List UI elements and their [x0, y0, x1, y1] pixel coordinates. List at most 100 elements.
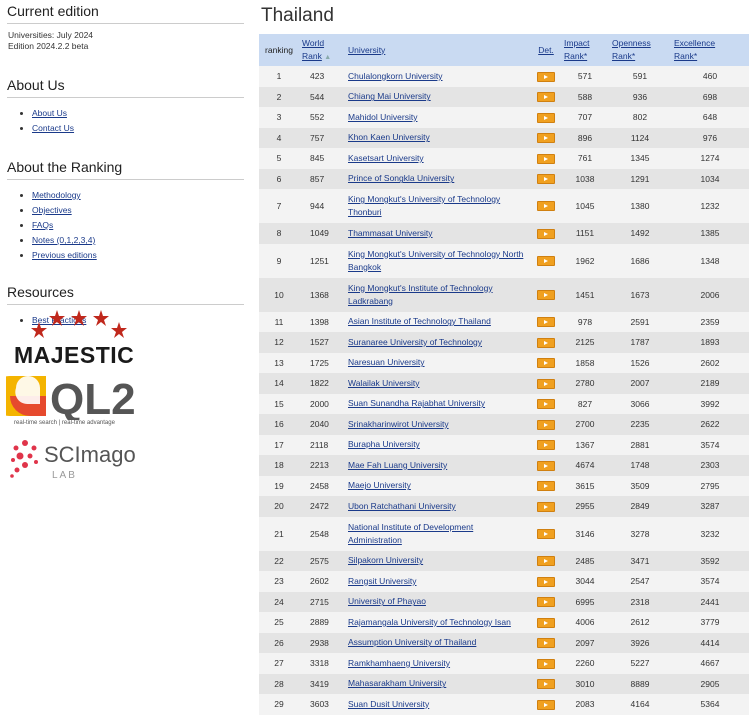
about-us-links: About Us Contact Us — [0, 106, 250, 136]
university-link[interactable]: National Institute of Development Admini… — [348, 522, 473, 545]
university-link[interactable]: Suan Dusit University — [348, 699, 429, 709]
details-icon[interactable] — [537, 337, 555, 348]
details-icon[interactable] — [537, 153, 555, 164]
university-link[interactable]: Thammasat University — [348, 228, 433, 238]
university-link[interactable]: Rangsit University — [348, 576, 417, 586]
cell-det — [531, 223, 561, 244]
university-link[interactable]: Burapha University — [348, 439, 420, 449]
details-icon[interactable] — [537, 201, 555, 212]
university-link[interactable]: Walailak University — [348, 378, 419, 388]
cell-impact-rank: 2955 — [561, 496, 609, 517]
header-world-rank[interactable]: World Rank ▲ — [299, 34, 345, 66]
details-icon[interactable] — [537, 658, 555, 669]
university-link[interactable]: Ramkhamhaeng University — [348, 658, 450, 668]
details-icon[interactable] — [537, 419, 555, 430]
cell-openness-rank: 3278 — [609, 516, 671, 551]
details-icon[interactable] — [537, 317, 555, 328]
university-link[interactable]: Suranaree University of Technology — [348, 337, 482, 347]
details-icon[interactable] — [537, 501, 555, 512]
details-icon[interactable] — [537, 481, 555, 492]
university-link[interactable]: Mahasarakham University — [348, 678, 446, 688]
table-row: 25 2889 Rajamangala University of Technolo… — [259, 612, 749, 633]
details-icon[interactable] — [537, 399, 555, 410]
sort-indicator-icon: ▲ — [324, 53, 332, 61]
university-link[interactable]: Chiang Mai University — [348, 91, 431, 101]
university-link[interactable]: Asian Institute of Technology Thailand — [348, 316, 491, 326]
previous-editions-link[interactable]: Previous editions — [32, 250, 97, 260]
details-icon[interactable] — [537, 440, 555, 451]
cell-impact-rank: 2083 — [561, 694, 609, 715]
methodology-link[interactable]: Methodology — [32, 190, 81, 200]
details-icon[interactable] — [537, 638, 555, 649]
university-link[interactable]: Prince of Songkla University — [348, 173, 454, 183]
details-icon[interactable] — [537, 228, 555, 239]
university-link[interactable]: Maejo University — [348, 480, 411, 490]
university-link[interactable]: Kasetsart University — [348, 153, 424, 163]
details-icon[interactable] — [537, 556, 555, 567]
about-ranking-heading: About the Ranking — [7, 156, 244, 180]
university-link[interactable]: Srinakharinwirot University — [348, 419, 449, 429]
contact-us-link[interactable]: Contact Us — [32, 123, 74, 133]
details-icon[interactable] — [537, 358, 555, 369]
ranking-table: ranking World Rank ▲ University Det. Imp… — [259, 34, 749, 715]
cell-ranking: 16 — [259, 414, 299, 435]
university-link[interactable]: King Mongkut's Institute of Technology L… — [348, 283, 493, 306]
header-det[interactable]: Det. — [531, 34, 561, 66]
details-icon[interactable] — [537, 174, 555, 185]
table-row: 13 1725 Naresuan University 1858 1526 2602 — [259, 352, 749, 373]
details-icon[interactable] — [537, 133, 555, 144]
cell-impact-rank: 1045 — [561, 189, 609, 223]
cell-impact-rank: 1451 — [561, 277, 609, 312]
university-link[interactable]: Khon Kaen University — [348, 132, 430, 142]
scimago-logo[interactable]: SCImago LAB — [6, 438, 156, 488]
header-excellence-line1: Excellence — [674, 38, 716, 48]
details-icon[interactable] — [537, 597, 555, 608]
table-row: 10 1368 King Mongkut's Institute of Techno… — [259, 277, 749, 312]
university-link[interactable]: Mahidol University — [348, 112, 417, 122]
objectives-link[interactable]: Objectives — [32, 205, 72, 215]
cell-world-rank: 1527 — [299, 332, 345, 353]
details-icon[interactable] — [537, 112, 555, 123]
details-icon[interactable] — [537, 460, 555, 471]
cell-impact-rank: 2125 — [561, 332, 609, 353]
table-row: 8 1049 Thammasat University 1151 1492 1385 — [259, 223, 749, 244]
cell-excellence-rank: 2905 — [671, 673, 749, 694]
details-icon[interactable] — [537, 617, 555, 628]
details-icon[interactable] — [537, 699, 555, 710]
notes-link[interactable]: Notes (0,1,2,3,4) — [32, 235, 95, 245]
about-us-link[interactable]: About Us — [32, 108, 67, 118]
details-icon[interactable] — [537, 679, 555, 690]
header-openness-rank[interactable]: Openness Rank* — [609, 34, 671, 66]
cell-openness-rank: 2881 — [609, 434, 671, 455]
ql2-logo[interactable]: QL2 real-time search | real-time advanta… — [0, 374, 156, 434]
header-excellence-rank[interactable]: Excellence Rank* — [671, 34, 749, 66]
table-row: 4 757 Khon Kaen University 896 1124 976 — [259, 127, 749, 148]
cell-world-rank: 3603 — [299, 694, 345, 715]
details-icon[interactable] — [537, 378, 555, 389]
details-icon[interactable] — [537, 528, 555, 539]
details-icon[interactable] — [537, 576, 555, 587]
cell-excellence-rank: 1034 — [671, 168, 749, 189]
university-link[interactable]: Assumption University of Thailand — [348, 637, 476, 647]
details-icon[interactable] — [537, 71, 555, 82]
cell-ranking: 9 — [259, 243, 299, 278]
university-link[interactable]: Rajamangala University of Technology Isa… — [348, 617, 511, 627]
university-link[interactable]: King Mongkut's University of Technology … — [348, 194, 500, 217]
university-link[interactable]: Chulalongkorn University — [348, 71, 443, 81]
details-icon[interactable] — [537, 255, 555, 266]
details-icon[interactable] — [537, 289, 555, 300]
university-link[interactable]: Mae Fah Luang University — [348, 460, 447, 470]
university-link[interactable]: Suan Sunandha Rajabhat University — [348, 398, 485, 408]
faqs-link[interactable]: FAQs — [32, 220, 53, 230]
university-link[interactable]: King Mongkut's University of Technology … — [348, 249, 523, 272]
university-link[interactable]: Naresuan University — [348, 357, 425, 367]
university-link[interactable]: University of Phayao — [348, 596, 426, 606]
university-link[interactable]: Ubon Ratchathani University — [348, 501, 456, 511]
majestic-logo[interactable]: MAJESTIC — [6, 310, 156, 372]
header-university[interactable]: University — [345, 34, 531, 66]
cell-openness-rank: 1673 — [609, 277, 671, 312]
university-link[interactable]: Silpakorn University — [348, 555, 423, 565]
details-icon[interactable] — [537, 92, 555, 103]
ql2-wordmark: QL2 — [50, 375, 136, 420]
header-impact-rank[interactable]: Impact Rank* — [561, 34, 609, 66]
